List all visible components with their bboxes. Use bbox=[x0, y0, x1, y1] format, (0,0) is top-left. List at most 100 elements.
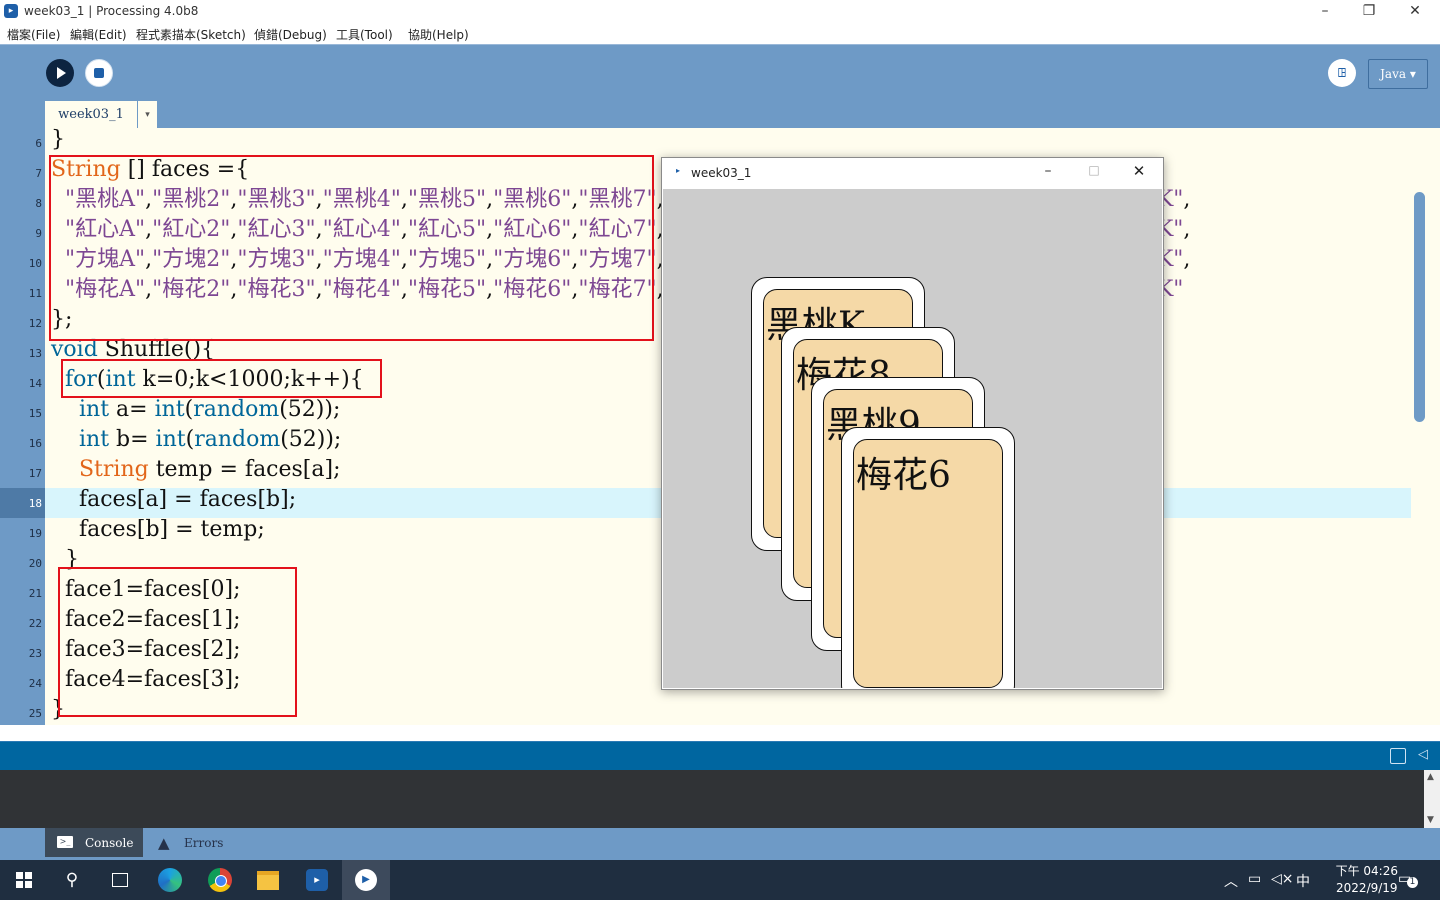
windows-logo-icon bbox=[16, 872, 32, 888]
console-output[interactable] bbox=[0, 770, 1424, 828]
line-number: 19 bbox=[28, 527, 42, 540]
debugger-icon[interactable]: ꖸ bbox=[1328, 59, 1356, 87]
line-number: 9 bbox=[35, 227, 42, 240]
ime-indicator[interactable]: 中 bbox=[1296, 871, 1310, 891]
task-view-button[interactable] bbox=[96, 860, 144, 900]
line-number: 8 bbox=[35, 197, 42, 210]
clock-date: 2022/9/19 bbox=[1336, 881, 1398, 895]
clipboard-icon[interactable] bbox=[1390, 748, 1406, 764]
scroll-up-icon[interactable]: ▲ bbox=[1427, 772, 1434, 782]
card-label: 梅花6 bbox=[856, 455, 951, 496]
code-line-17: String temp = faces[a]; bbox=[78, 457, 341, 482]
menu-sketch[interactable]: 程式素描本(Sketch) bbox=[136, 26, 246, 43]
clock-time: 下午 04:26 bbox=[1335, 864, 1398, 878]
minimize-button[interactable]: – bbox=[1302, 0, 1348, 24]
console-scrollbar[interactable]: ▲ ▼ bbox=[1424, 770, 1440, 828]
line-number: 18 bbox=[28, 497, 42, 510]
line-number: 24 bbox=[28, 677, 42, 690]
code-line-15: int a= int(random(52)); bbox=[78, 397, 341, 422]
collapse-console-icon[interactable]: ◁ bbox=[1418, 747, 1428, 762]
line-number: 6 bbox=[35, 137, 42, 150]
line-number: 15 bbox=[28, 407, 42, 420]
window-title: week03_1 | Processing 4.0b8 bbox=[24, 4, 199, 18]
menu-file[interactable]: 檔案(File) bbox=[7, 26, 60, 43]
line-number: 14 bbox=[28, 377, 42, 390]
taskbar-processing-ide[interactable]: ▸ bbox=[293, 860, 341, 900]
restore-button[interactable]: ❐ bbox=[1346, 0, 1392, 24]
window-title-bar: ▸ week03_1 | Processing 4.0b8 – ❐ ✕ bbox=[0, 0, 1440, 24]
code-line-18: faces[a] = faces[b]; bbox=[51, 487, 297, 512]
edge-icon bbox=[158, 868, 182, 892]
line-number: 16 bbox=[28, 437, 42, 450]
line-number: 17 bbox=[28, 467, 42, 480]
sketch-run-icon: ▶ bbox=[355, 869, 377, 891]
tab-console-label: Console bbox=[85, 836, 134, 850]
playing-card: 梅花6 bbox=[841, 427, 1015, 688]
sketch-maximize-button[interactable]: □ bbox=[1082, 163, 1106, 177]
tab-console[interactable]: >_ Console bbox=[45, 828, 143, 857]
sketch-minimize-button[interactable]: – bbox=[1036, 163, 1060, 179]
network-icon[interactable]: ▭ bbox=[1248, 871, 1261, 887]
stop-button[interactable] bbox=[85, 59, 113, 87]
scroll-down-icon[interactable]: ▼ bbox=[1427, 815, 1434, 825]
tab-menu-chevron-icon[interactable]: ▾ bbox=[138, 101, 157, 129]
system-clock[interactable]: 下午 04:26 2022/9/19 bbox=[1336, 863, 1398, 897]
toolbar: ꖸ Java ▾ week03_1 ▾ bbox=[0, 44, 1440, 129]
sketch-title: week03_1 bbox=[691, 166, 752, 180]
close-button[interactable]: ✕ bbox=[1392, 0, 1438, 24]
menu-tool[interactable]: 工具(Tool) bbox=[336, 26, 393, 43]
notification-count-badge: 1 bbox=[1407, 877, 1418, 888]
line-number-gutter: 6 7 8 9 10 11 12 13 14 15 16 17 18 19 20 21 22 23 24 25 bbox=[0, 128, 45, 725]
taskbar-chrome[interactable] bbox=[196, 860, 244, 900]
windows-taskbar: ⚲ ▸ ▶ ︿ ▭ ◁× 中 下午 04:26 2022/9/19 ▭ 1 bbox=[0, 860, 1440, 900]
tab-errors-label: Errors bbox=[184, 836, 224, 850]
sketch-close-button[interactable]: ✕ bbox=[1127, 162, 1151, 180]
line-number: 22 bbox=[28, 617, 42, 630]
start-button[interactable] bbox=[0, 860, 48, 900]
console-header: ◁ bbox=[0, 741, 1440, 771]
terminal-icon: >_ bbox=[57, 836, 73, 848]
search-button[interactable]: ⚲ bbox=[48, 860, 96, 900]
line-number: 13 bbox=[28, 347, 42, 360]
notification-center-button[interactable]: ▭ 1 bbox=[1398, 871, 1418, 888]
taskbar-file-explorer[interactable] bbox=[244, 860, 292, 900]
menu-bar: 檔案(File) 編輯(Edit) 程式素描本(Sketch) 偵錯(Debug… bbox=[0, 24, 1440, 44]
run-button[interactable] bbox=[46, 59, 74, 87]
warning-icon: ▲ bbox=[158, 834, 170, 852]
task-view-icon bbox=[112, 873, 128, 887]
line-number: 23 bbox=[28, 647, 42, 660]
sketch-app-icon: ▸ bbox=[676, 166, 681, 175]
line-number: 12 bbox=[28, 317, 42, 330]
line-number: 7 bbox=[35, 167, 42, 180]
folder-icon bbox=[257, 871, 279, 890]
taskbar-processing-sketch[interactable]: ▶ bbox=[342, 860, 390, 900]
line-number: 11 bbox=[28, 287, 42, 300]
menu-edit[interactable]: 編輯(Edit) bbox=[70, 26, 127, 43]
code-line-6: } bbox=[51, 128, 65, 152]
taskbar-edge[interactable] bbox=[146, 860, 194, 900]
sketch-canvas[interactable]: 黑桃K 梅花8 黑桃9 梅花6 bbox=[663, 189, 1162, 688]
processing-icon: ▸ bbox=[306, 869, 328, 891]
tab-errors[interactable]: ▲ Errors bbox=[158, 828, 238, 857]
menu-help[interactable]: 協助(Help) bbox=[408, 26, 469, 43]
editor-scrollbar-thumb[interactable] bbox=[1414, 192, 1425, 422]
code-line-19: faces[b] = temp; bbox=[51, 517, 265, 542]
chrome-icon bbox=[208, 868, 232, 892]
processing-app-icon: ▸ bbox=[4, 4, 18, 18]
card-face: 梅花6 bbox=[853, 439, 1003, 688]
annotation-box-faces-array bbox=[49, 155, 654, 341]
line-number: 10 bbox=[28, 257, 42, 270]
menu-debug[interactable]: 偵錯(Debug) bbox=[254, 26, 327, 43]
search-icon: ⚲ bbox=[65, 870, 79, 890]
tab-week03-1[interactable]: week03_1 bbox=[45, 101, 137, 129]
line-number: 25 bbox=[28, 707, 42, 720]
console-tab-bar: >_ Console ▲ Errors bbox=[0, 828, 1440, 860]
sketch-window[interactable]: ▸ week03_1 – □ ✕ 黑桃K 梅花8 黑桃9 梅花6 bbox=[661, 157, 1164, 690]
line-number: 21 bbox=[28, 587, 42, 600]
volume-icon[interactable]: ◁× bbox=[1271, 871, 1294, 887]
sketch-title-bar: ▸ week03_1 – □ ✕ bbox=[662, 158, 1163, 188]
tray-chevron-icon[interactable]: ︿ bbox=[1224, 871, 1238, 891]
annotation-box-for-loop bbox=[61, 359, 382, 398]
mode-selector[interactable]: Java ▾ bbox=[1368, 59, 1428, 89]
line-number: 20 bbox=[28, 557, 42, 570]
